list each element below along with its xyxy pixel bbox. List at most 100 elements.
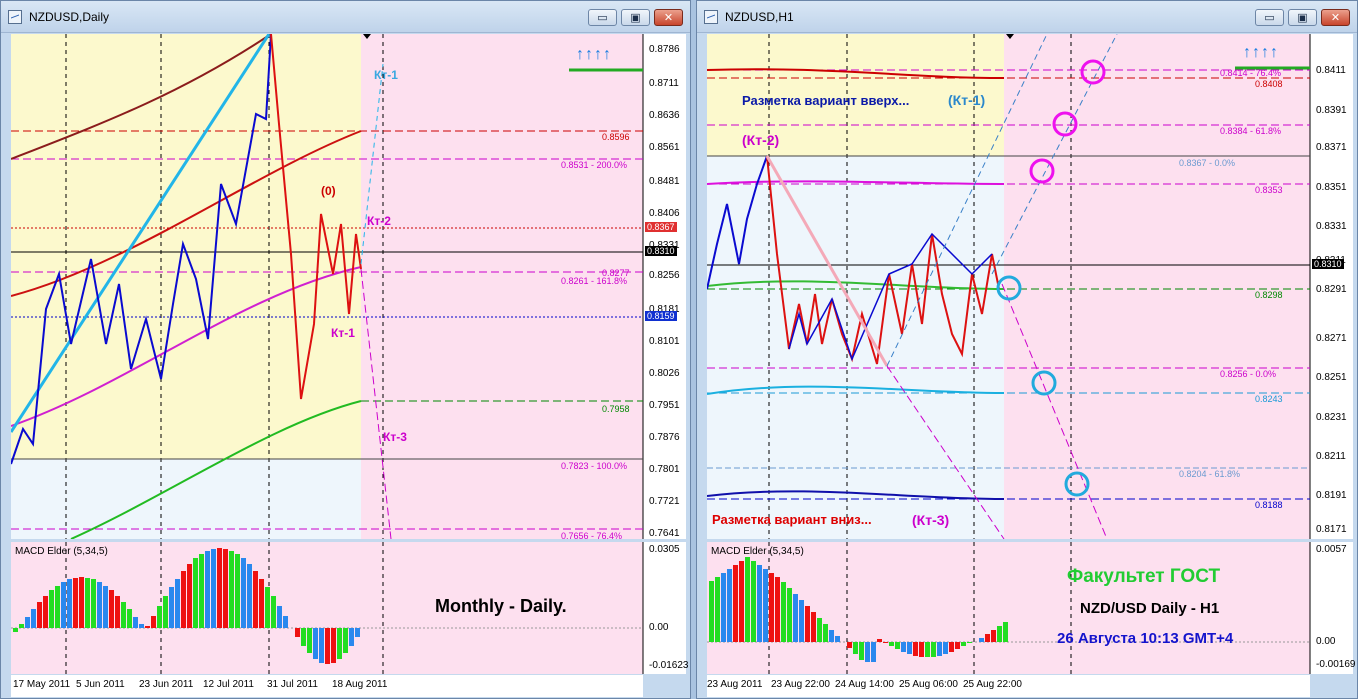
price-tag-boxed: 0.8159 <box>645 311 677 321</box>
macd-bar <box>319 628 324 663</box>
macd-bar <box>787 588 792 642</box>
y-tick: 0.8231 <box>1316 412 1347 423</box>
macd-bar <box>217 548 222 628</box>
maximize-button[interactable]: ▣ <box>1288 9 1317 26</box>
y-tick: 0.7801 <box>649 464 680 475</box>
title-bar[interactable]: NZDUSD,H1 ▭ ▣ ✕ <box>697 1 1357 33</box>
price-tag: 0.7823 - 100.0% <box>561 461 628 471</box>
annotation-kt1-top: Кт-1 <box>374 68 398 82</box>
macd-bar <box>259 579 264 628</box>
macd-bar <box>805 606 810 642</box>
macd-bar <box>43 596 48 628</box>
x-tick: 5 Jun 2011 <box>76 679 125 690</box>
title-bar[interactable]: NZDUSD,Daily ▭ ▣ ✕ <box>1 1 690 33</box>
macd-bar <box>193 558 198 628</box>
macd-bar <box>271 596 276 628</box>
macd-bar <box>19 624 24 628</box>
macd-bar <box>877 639 882 642</box>
x-tick: 25 Aug 22:00 <box>963 679 1022 690</box>
annotation-up-variant: Разметка вариант вверх... <box>742 93 910 108</box>
chart-window-icon <box>704 10 718 24</box>
y-tick: 0.8391 <box>1316 105 1347 116</box>
macd-bar <box>109 590 114 628</box>
macd-bar <box>223 549 228 628</box>
macd-bar <box>331 628 336 663</box>
y-tick: 0.8026 <box>649 368 680 379</box>
macd-bar <box>727 569 732 642</box>
macd-bar <box>1003 622 1008 642</box>
macd-bar <box>835 636 840 642</box>
y-tick: 0.8786 <box>649 44 680 55</box>
price-chart-canvas <box>707 34 1353 539</box>
y-tick: 0.8191 <box>1316 490 1347 501</box>
x-axis-daily: 17 May 2011 5 Jun 2011 23 Jun 2011 12 Ju… <box>11 675 643 697</box>
price-tag: 0.8188 <box>1255 500 1283 510</box>
price-tag-boxed: 0.8310 <box>645 246 677 256</box>
macd-bar <box>937 642 942 656</box>
y-tick: 0.8351 <box>1316 182 1347 193</box>
macd-bar <box>847 642 852 648</box>
macd-bar <box>307 628 312 653</box>
price-tag: 0.8256 - 0.0% <box>1220 369 1277 379</box>
minimize-button[interactable]: ▭ <box>1255 9 1284 26</box>
annotation-kt1: Кт-1 <box>331 326 355 340</box>
macd-bar <box>187 564 192 628</box>
price-tag-boxed: 0.8367 <box>645 222 677 232</box>
y-tick: 0.8711 <box>649 78 679 89</box>
maximize-button[interactable]: ▣ <box>621 9 650 26</box>
macd-bar <box>739 561 744 642</box>
macd-bar <box>943 642 948 654</box>
macd-bar <box>181 571 186 628</box>
macd-bar <box>715 577 720 642</box>
y-tick: 0.8171 <box>1316 524 1347 535</box>
macd-bar <box>163 596 168 628</box>
annotation-kt3: Кт-3 <box>383 430 407 444</box>
macd-bar <box>97 582 102 628</box>
y-tick: 0.8251 <box>1316 372 1347 383</box>
macd-bar <box>997 626 1002 642</box>
macd-bar <box>55 586 60 628</box>
macd-bar <box>73 578 78 628</box>
macd-bar <box>199 554 204 628</box>
macd-bar <box>871 642 876 662</box>
price-tag: 0.8531 - 200.0% <box>561 160 628 170</box>
overlay-pair: NZD/USD Daily - H1 <box>1080 600 1220 617</box>
macd-bar <box>283 616 288 628</box>
price-tag: 0.7958 <box>602 404 630 414</box>
macd-bar <box>247 564 252 628</box>
annotation-kt2: (Кт-2) <box>742 132 780 148</box>
macd-bar <box>919 642 924 657</box>
macd-bar <box>79 577 84 628</box>
chart-window-daily[interactable]: NZDUSD,Daily ▭ ▣ ✕ 0.8786 0.8711 0.8636 … <box>0 0 691 699</box>
macd-bar <box>913 642 918 656</box>
macd-bar <box>211 549 216 628</box>
y-tick: 0.7721 <box>649 496 680 507</box>
macd-panel-h1[interactable]: MACD Elder (5,34,5) 0.0057 0.00 -0.00169… <box>707 542 1355 674</box>
macd-panel-daily[interactable]: MACD Elder (5,34,5) 0.0305 0.00 -0.01623… <box>11 542 688 674</box>
macd-bar <box>949 642 954 652</box>
price-chart-h1[interactable]: 0.8411 0.8391 0.8371 0.8351 0.8331 0.829… <box>707 34 1353 539</box>
macd-bar <box>901 642 906 652</box>
macd-bar <box>925 642 930 657</box>
price-tag: 0.8298 <box>1255 290 1283 300</box>
x-tick: 12 Jul 2011 <box>203 679 254 690</box>
price-chart-daily[interactable]: 0.8786 0.8711 0.8636 0.8561 0.8481 0.840… <box>11 34 686 541</box>
y-tick: 0.8101 <box>649 336 680 347</box>
chart-window-h1[interactable]: NZDUSD,H1 ▭ ▣ ✕ 0.8411 0.8391 0.8371 0.8… <box>696 0 1358 699</box>
macd-bar <box>31 609 36 628</box>
close-button[interactable]: ✕ <box>1321 9 1350 26</box>
macd-bar <box>133 617 138 628</box>
macd-bar <box>25 617 30 628</box>
minimize-button[interactable]: ▭ <box>588 9 617 26</box>
macd-canvas <box>707 542 1311 674</box>
macd-bar <box>337 628 342 659</box>
overlay-date: 26 Августа 10:13 GMT+4 <box>1057 630 1234 647</box>
x-tick: 25 Aug 06:00 <box>899 679 958 690</box>
y-tick: 0.8291 <box>1316 284 1347 295</box>
macd-bar <box>253 571 258 628</box>
y-tick: 0.8371 <box>1316 142 1347 153</box>
macd-bar <box>67 579 72 628</box>
macd-bar <box>955 642 960 649</box>
macd-bar <box>313 628 318 659</box>
close-button[interactable]: ✕ <box>654 9 683 26</box>
